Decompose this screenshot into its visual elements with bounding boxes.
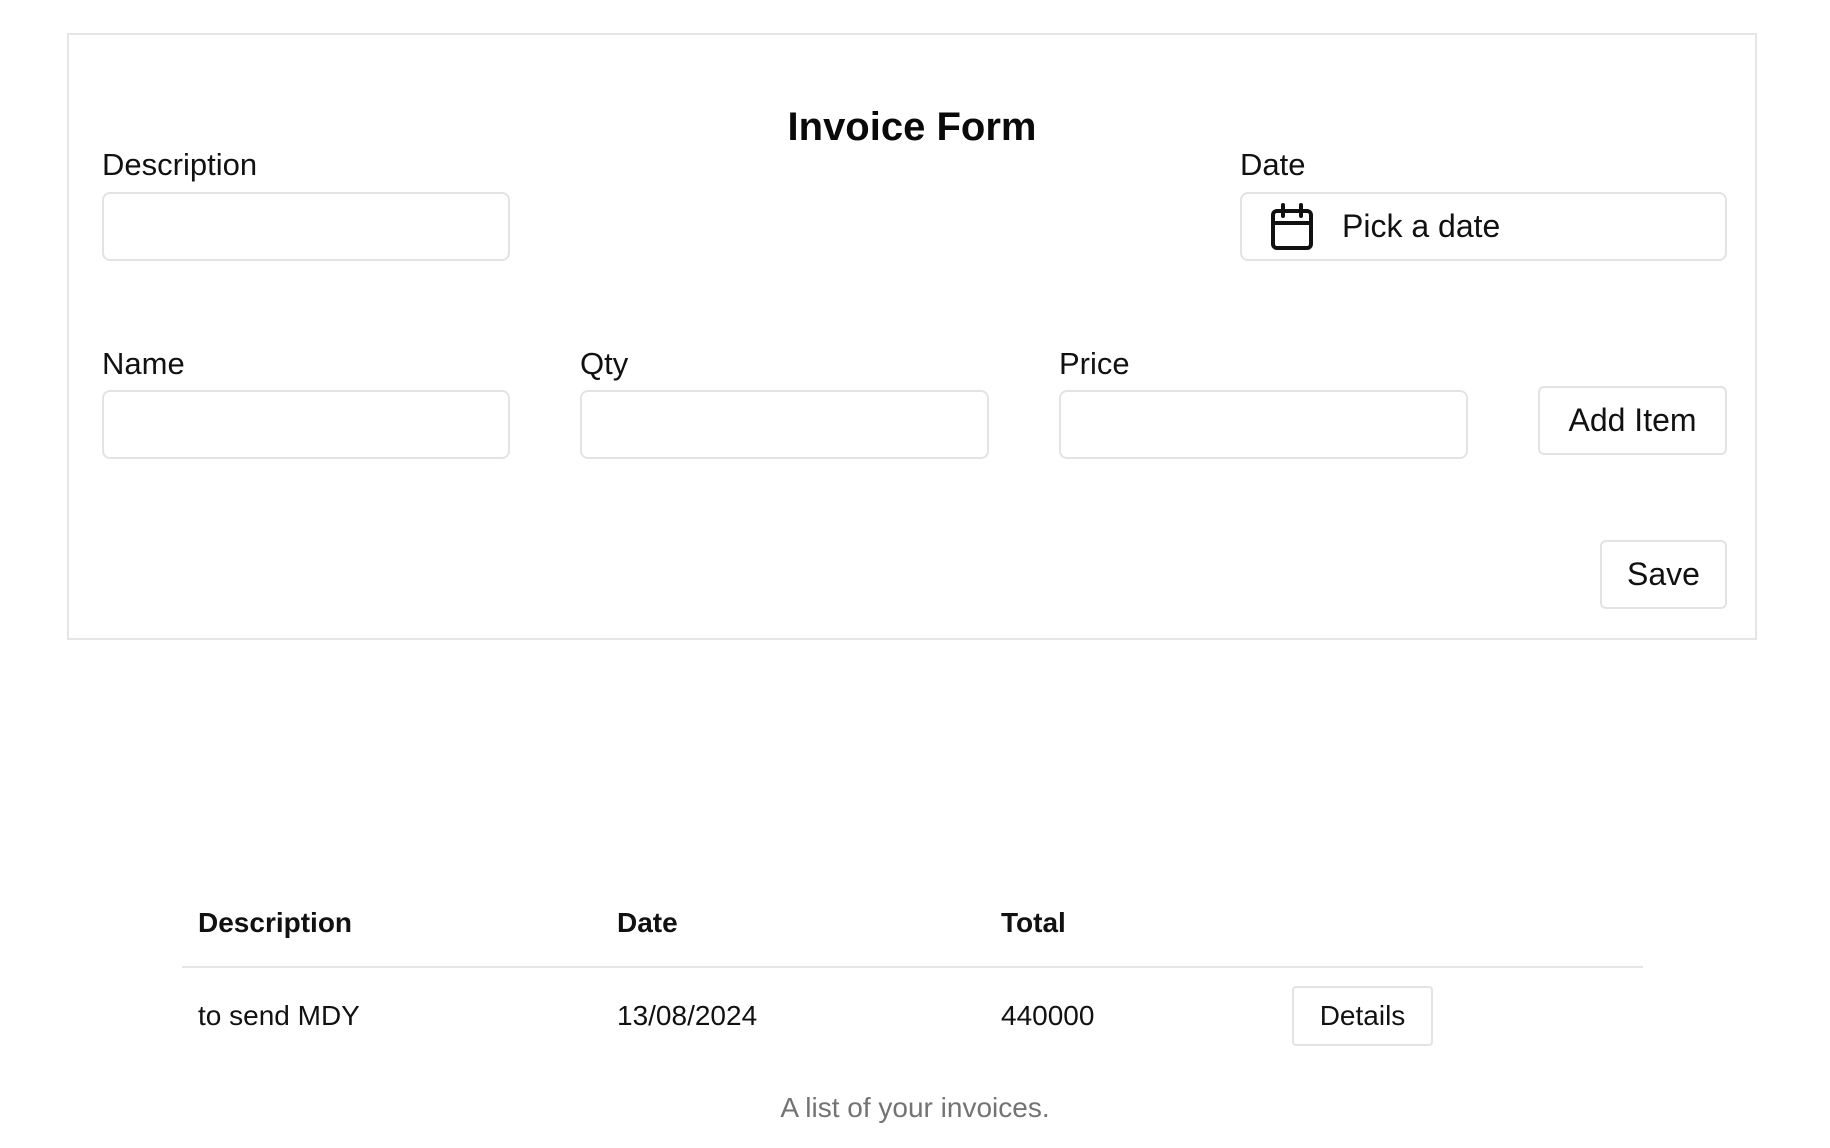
add-item-button[interactable]: Add Item — [1538, 386, 1727, 455]
price-label: Price — [1059, 346, 1130, 381]
column-header-total: Total — [985, 880, 1276, 968]
price-input[interactable] — [1059, 390, 1468, 459]
cell-description: to send MDY — [198, 1000, 360, 1031]
details-button[interactable]: Details — [1292, 986, 1433, 1046]
column-header-description: Description — [182, 880, 601, 968]
description-label: Description — [102, 147, 258, 182]
invoice-table-wrapper: Description Date Total to send MDY 13/08… — [182, 880, 1643, 1064]
table-header-row: Description Date Total — [182, 880, 1643, 968]
date-label: Date — [1240, 147, 1306, 182]
date-picker-button[interactable]: Pick a date — [1240, 192, 1727, 261]
cell-date: 13/08/2024 — [617, 1000, 758, 1031]
name-input[interactable] — [102, 390, 510, 459]
description-input[interactable] — [102, 192, 510, 261]
invoice-table: Description Date Total to send MDY 13/08… — [182, 880, 1643, 1064]
qty-input[interactable] — [580, 390, 989, 459]
date-picker-placeholder: Pick a date — [1342, 208, 1501, 244]
column-header-actions — [1276, 880, 1643, 968]
save-button[interactable]: Save — [1600, 540, 1727, 609]
name-label: Name — [102, 346, 185, 381]
qty-label: Qty — [580, 346, 629, 381]
calendar-icon — [1270, 202, 1314, 251]
table-caption: A list of your invoices. — [780, 1092, 1050, 1123]
cell-actions: Details — [1276, 967, 1643, 1064]
cell-total: 440000 — [1001, 1000, 1095, 1031]
form-title: Invoice Form — [787, 105, 1037, 149]
invoice-form-card: Invoice Form Description Date Pick a dat… — [67, 33, 1757, 640]
table-row: to send MDY 13/08/2024 440000 Details — [182, 967, 1643, 1064]
column-header-date: Date — [601, 880, 985, 968]
